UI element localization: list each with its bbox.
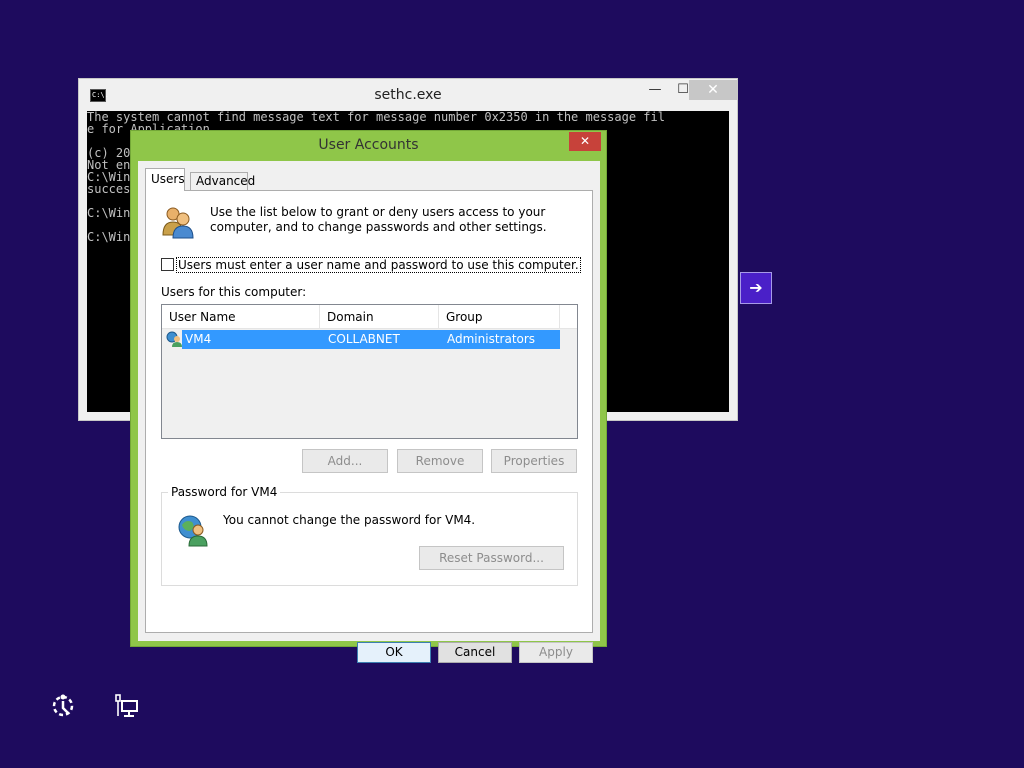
users-icon: [162, 207, 194, 239]
listview-header: User Name Domain Group: [162, 305, 577, 329]
password-group-label: Password for VM4: [168, 485, 281, 499]
remove-button[interactable]: Remove: [397, 449, 483, 473]
ok-button[interactable]: OK: [357, 642, 431, 663]
users-list-caption: Users for this computer:: [161, 285, 307, 299]
minimize-button[interactable]: —: [641, 80, 669, 100]
network-icon[interactable]: [115, 694, 139, 718]
users-listview[interactable]: User Name Domain Group VM4 COLLABNET Adm…: [161, 304, 578, 439]
dialog-title: User Accounts: [318, 137, 419, 153]
cell-user-name: VM4: [182, 330, 320, 349]
cancel-button[interactable]: Cancel: [438, 642, 512, 663]
add-button[interactable]: Add...: [302, 449, 388, 473]
apply-button[interactable]: Apply: [519, 642, 593, 663]
column-user-name[interactable]: User Name: [162, 305, 320, 329]
cmd-title: sethc.exe: [374, 87, 442, 103]
user-row-icon: [166, 331, 182, 347]
user-accounts-dialog: User Accounts ✕ Users Advanced Use the l…: [130, 130, 607, 663]
ease-of-access-icon[interactable]: [50, 693, 76, 719]
tab-advanced[interactable]: Advanced: [190, 172, 255, 191]
cell-group: Administrators: [439, 330, 560, 349]
cmd-titlebar[interactable]: C:\. sethc.exe — ☐ ✕: [79, 79, 737, 111]
table-row[interactable]: VM4 COLLABNET Administrators: [162, 330, 560, 349]
password-message: You cannot change the password for VM4.: [223, 513, 476, 527]
dialog-client: Users Advanced Use the list below to gra…: [138, 161, 600, 663]
cell-domain: COLLABNET: [320, 330, 439, 349]
dialog-close-button[interactable]: ✕: [569, 132, 601, 151]
tab-users[interactable]: Users: [145, 168, 185, 191]
intro-text: Use the list below to grant or deny user…: [210, 205, 547, 234]
reset-password-button[interactable]: Reset Password...: [419, 546, 564, 570]
properties-button[interactable]: Properties: [491, 449, 577, 473]
column-group[interactable]: Group: [439, 305, 560, 329]
column-domain[interactable]: Domain: [320, 305, 439, 329]
close-button[interactable]: ✕: [689, 80, 737, 100]
checkbox[interactable]: [161, 258, 174, 271]
password-groupbox: Password for VM4 You cannot change the p…: [161, 485, 578, 586]
arrow-right-button[interactable]: ➔: [740, 272, 772, 304]
password-user-icon: [178, 515, 208, 547]
arrow-right-icon: ➔: [749, 278, 763, 297]
checkbox-label[interactable]: Users must enter a user name and passwor…: [176, 257, 581, 273]
users-tab-panel: Use the list below to grant or deny user…: [145, 190, 593, 633]
